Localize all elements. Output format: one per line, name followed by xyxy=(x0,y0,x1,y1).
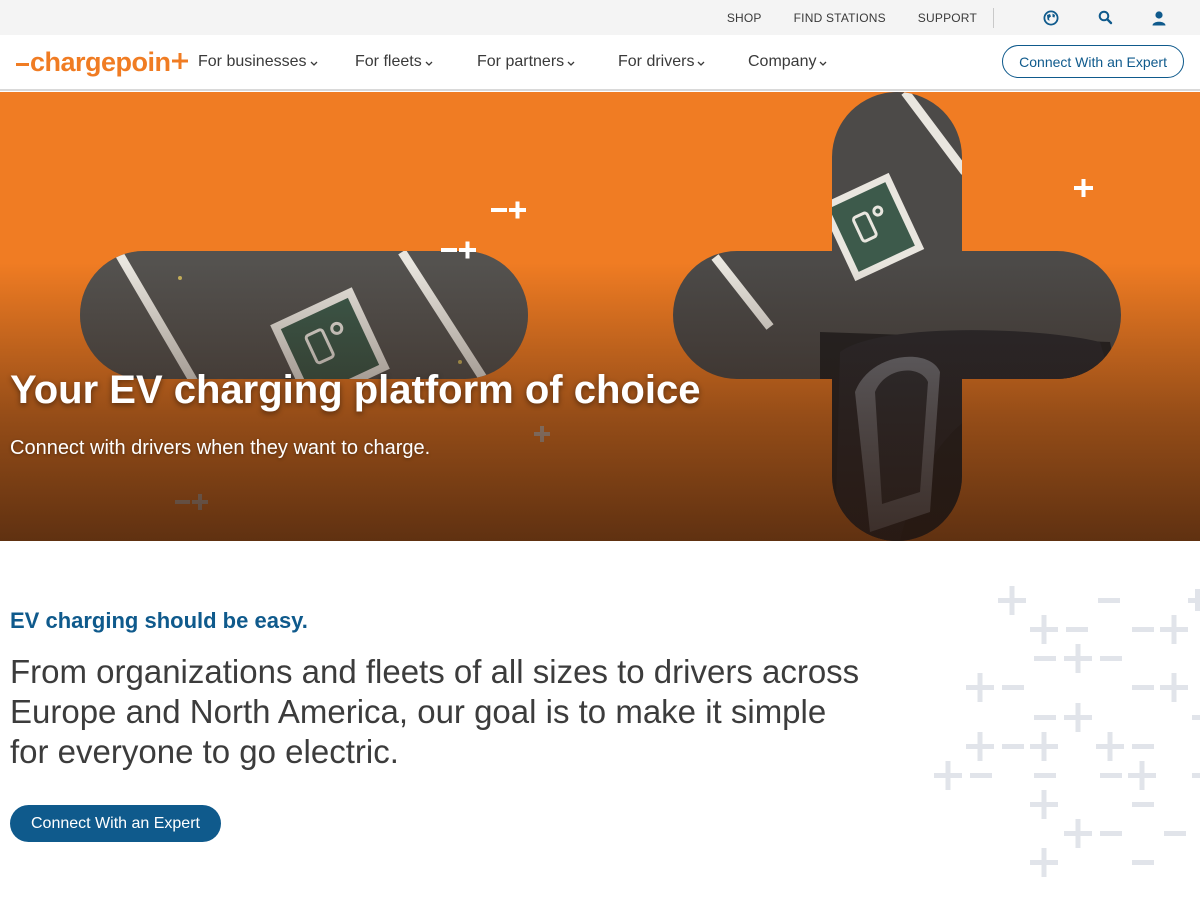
main-nav: chargepoin For businesses For fleets For… xyxy=(0,35,1200,91)
search-icon[interactable] xyxy=(1094,7,1116,29)
intro-body: From organizations and fleets of all siz… xyxy=(10,653,860,770)
chevron-down-icon xyxy=(310,61,317,66)
nav-label: For drivers xyxy=(618,53,695,70)
chargepoint-logo[interactable]: chargepoin xyxy=(16,47,188,77)
utility-bar: SHOP FIND STATIONS SUPPORT xyxy=(0,0,1200,35)
hero-gradient-overlay xyxy=(0,92,1200,541)
connect-expert-nav-button[interactable]: Connect With an Expert xyxy=(1002,45,1184,78)
chevron-down-icon xyxy=(567,61,575,66)
nav-for-drivers[interactable]: For drivers xyxy=(618,35,705,89)
utility-divider xyxy=(993,7,994,28)
user-icon[interactable] xyxy=(1148,7,1170,29)
globe-icon[interactable] xyxy=(1040,7,1062,29)
logo-text: chargepoin xyxy=(30,46,171,77)
nav-label: For businesses xyxy=(198,53,307,70)
nav-label: For fleets xyxy=(355,53,422,70)
nav-for-businesses[interactable]: For businesses xyxy=(198,35,318,89)
support-link[interactable]: SUPPORT xyxy=(918,11,977,25)
hero-subtitle: Connect with drivers when they want to c… xyxy=(10,437,431,459)
find-stations-link[interactable]: FIND STATIONS xyxy=(794,11,886,25)
hero-banner: Your EV charging platform of choice Conn… xyxy=(0,92,1200,541)
intro-eyebrow: EV charging should be easy. xyxy=(10,608,308,633)
plus-minus-pattern xyxy=(934,586,1200,877)
chevron-down-icon xyxy=(425,61,433,66)
nav-for-partners[interactable]: For partners xyxy=(477,35,575,89)
shop-link[interactable]: SHOP xyxy=(727,11,762,25)
chevron-down-icon xyxy=(820,61,827,66)
logo-dash xyxy=(16,62,29,66)
logo-plus-icon xyxy=(171,53,188,74)
nav-company[interactable]: Company xyxy=(748,35,827,89)
chevron-down-icon xyxy=(697,61,705,66)
nav-label: Company xyxy=(748,53,817,70)
nav-label: For partners xyxy=(477,53,565,70)
nav-for-fleets[interactable]: For fleets xyxy=(355,35,433,89)
hero-title: Your EV charging platform of choice xyxy=(10,368,701,412)
connect-expert-button[interactable]: Connect With an Expert xyxy=(10,805,221,842)
